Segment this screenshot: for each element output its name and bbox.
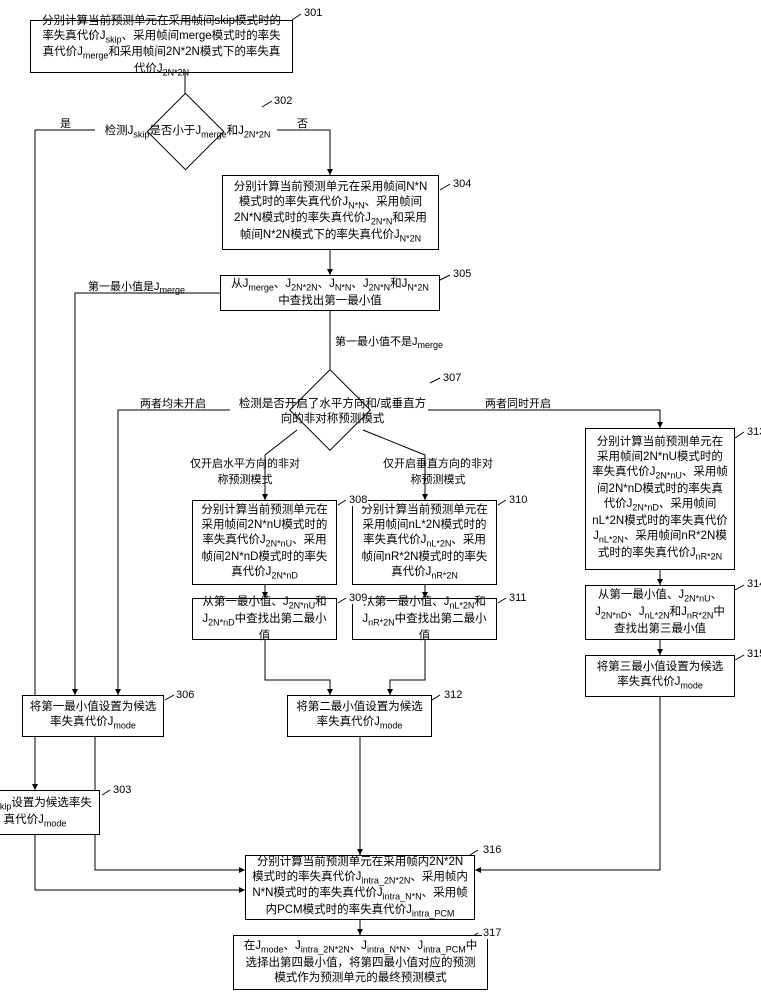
node-314: 从第一最小值、J2N*nU、J2N*nD、JnL*2N和JnR*2N中查找出第三… — [585, 585, 735, 640]
node-306: 将第一最小值设置为候选率失真代价Jmode — [22, 695, 164, 737]
node-317: 在Jmode、Jintra_2N*2N、Jintra_N*N、Jintra_PC… — [233, 935, 488, 990]
edge-only-vertical: 仅开启垂直方向的非对称预测模式 — [383, 455, 493, 487]
node-text: 从第一最小值、J2N*nU和J2N*nD中查找出第二最小值 — [199, 595, 330, 644]
edge-both-not-open: 两者均未开启 — [140, 395, 206, 411]
label-316: 316 — [482, 844, 502, 856]
label-314: 314 — [746, 578, 761, 590]
node-text: 分别计算当前预测单元在采用帧间skip模式时的率失真代价Jskip、采用帧间me… — [37, 14, 286, 80]
node-text: 分别计算当前预测单元在采用帧内2N*2N模式时的率失真代价Jintra_2N*2… — [252, 855, 468, 921]
node-text: 检测是否开启了水平方向和/或垂直方向的非对称预测模式 — [239, 398, 426, 425]
node-text: 分别计算当前预测单元在采用帧间N*N模式时的率失真代价JN*N、采用帧间2N*N… — [229, 180, 432, 246]
edge-no: 否 — [297, 115, 308, 131]
node-301: 分别计算当前预测单元在采用帧间skip模式时的率失真代价Jskip、采用帧间me… — [30, 20, 293, 73]
label-305: 305 — [452, 268, 472, 280]
node-text: 分别计算当前预测单元在采用帧间2N*nU模式时的率失真代价J2N*nU、采用帧间… — [199, 503, 330, 582]
node-text: 从Jmerge、J2N*2N、JN*N、J2N*N和JN*2N中查找出第一最小值 — [227, 277, 433, 309]
edge-first-min-not-jmerge: 第一最小值不是Jmerge — [335, 333, 443, 350]
label-310: 310 — [508, 494, 528, 506]
node-312: 将第二最小值设置为候选率失真代价Jmode — [287, 695, 432, 737]
node-text: 将第三最小值设置为候选率失真代价Jmode — [592, 660, 728, 692]
node-text: 在Jmode、Jintra_2N*2N、Jintra_N*N、Jintra_PC… — [240, 939, 481, 986]
label-307: 307 — [442, 372, 462, 384]
label-311: 311 — [508, 592, 528, 604]
label-309: 309 — [348, 592, 368, 604]
node-305: 从Jmerge、J2N*2N、JN*N、J2N*N和JN*2N中查找出第一最小值 — [220, 275, 440, 311]
edge-only-horizontal: 仅开启水平方向的非对称预测模式 — [190, 455, 300, 487]
label-303: 303 — [112, 784, 132, 796]
node-text: 分别计算当前预测单元在采用帧间nL*2N模式时的率失真代价JnL*2N、采用帧间… — [359, 503, 490, 582]
label-312: 312 — [443, 689, 463, 701]
node-307: 检测是否开启了水平方向和/或垂直方向的非对称预测模式 — [235, 397, 430, 427]
node-315: 将第三最小值设置为候选率失真代价Jmode — [585, 655, 735, 697]
label-317: 317 — [482, 927, 502, 939]
node-text: 检测Jskip是否小于Jmerge和J2N*2N — [105, 125, 271, 137]
node-313: 分别计算当前预测单元在采用帧间2N*nU模式时的率失真代价J2N*nU、采用帧间… — [585, 428, 735, 570]
node-316: 分别计算当前预测单元在采用帧内2N*2N模式时的率失真代价Jintra_2N*2… — [245, 855, 475, 920]
label-313: 313 — [746, 426, 761, 438]
edge-both-open: 两者同时开启 — [485, 395, 551, 411]
node-303: 将Jskip设置为候选率失真代价Jmode — [0, 790, 100, 835]
label-304: 304 — [452, 178, 472, 190]
node-text: 从第一最小值、J2N*nU、J2N*nD、JnL*2N和JnR*2N中查找出第三… — [592, 588, 728, 637]
node-text: 从第一最小值、JnL*2N和JnR*2N中查找出第二最小值 — [359, 595, 490, 644]
label-301: 301 — [303, 7, 323, 19]
edge-yes: 是 — [60, 115, 71, 131]
label-302: 302 — [273, 95, 293, 107]
node-309: 从第一最小值、J2N*nU和J2N*nD中查找出第二最小值 — [192, 598, 337, 640]
edge-first-min-jmerge: 第一最小值是Jmerge — [88, 278, 208, 295]
node-text: 分别计算当前预测单元在采用帧间2N*nU模式时的率失真代价J2N*nU、采用帧间… — [592, 435, 728, 563]
label-306: 306 — [175, 689, 195, 701]
node-text: 将第一最小值设置为候选率失真代价Jmode — [29, 700, 157, 732]
node-304: 分别计算当前预测单元在采用帧间N*N模式时的率失真代价JN*N、采用帧间2N*N… — [222, 175, 439, 250]
node-310: 分别计算当前预测单元在采用帧间nL*2N模式时的率失真代价JnL*2N、采用帧间… — [352, 500, 497, 585]
node-text: 将Jskip设置为候选率失真代价Jmode — [0, 796, 93, 830]
node-311: 从第一最小值、JnL*2N和JnR*2N中查找出第二最小值 — [352, 598, 497, 640]
node-text: 将第二最小值设置为候选率失真代价Jmode — [294, 700, 425, 732]
node-302: 检测Jskip是否小于Jmerge和J2N*2N — [95, 124, 280, 141]
node-308: 分别计算当前预测单元在采用帧间2N*nU模式时的率失真代价J2N*nU、采用帧间… — [192, 500, 337, 585]
label-308: 308 — [348, 494, 368, 506]
label-315: 315 — [746, 648, 761, 660]
